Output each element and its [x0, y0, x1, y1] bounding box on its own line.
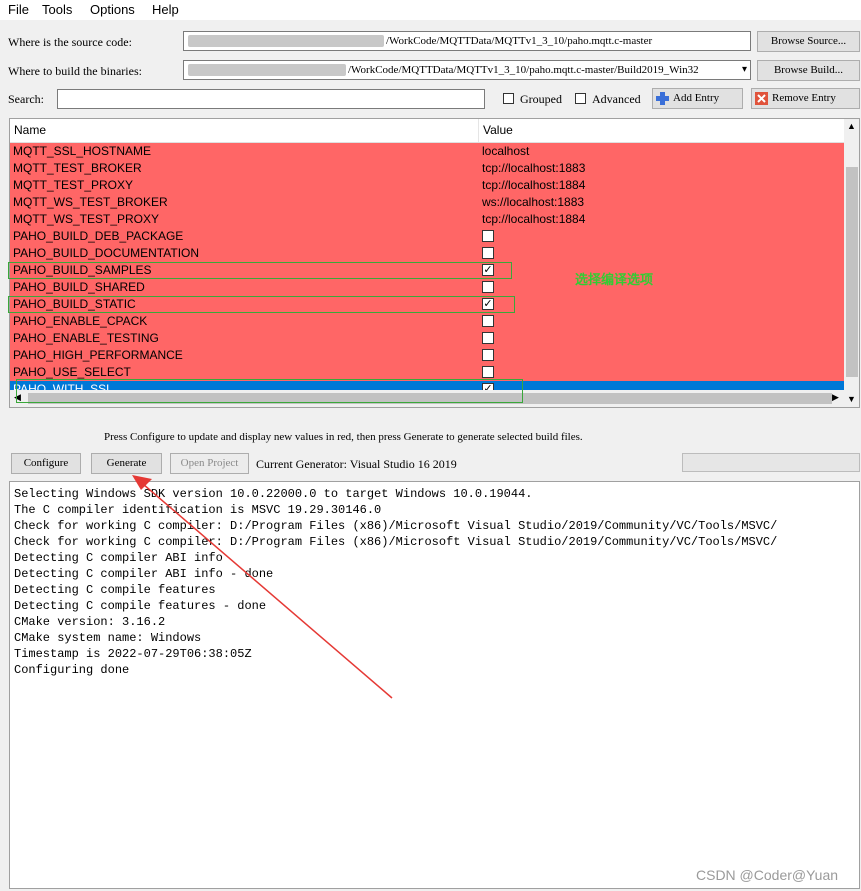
annotation-arrow [132, 475, 393, 699]
watermark: CSDN @Coder@Yuan [696, 867, 839, 883]
